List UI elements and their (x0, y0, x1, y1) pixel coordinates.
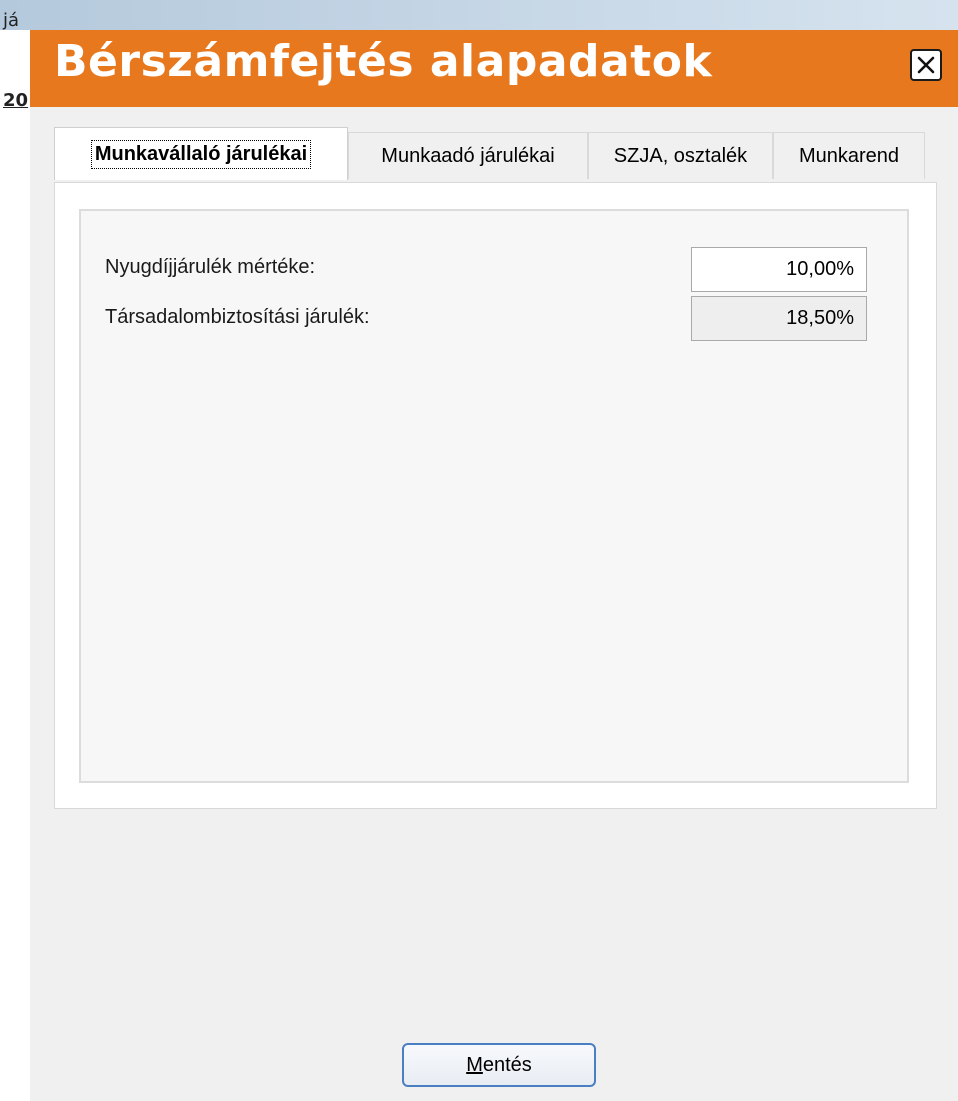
close-icon (917, 56, 935, 74)
tab-label: Munkarend (798, 144, 900, 167)
dialog-titlebar: Bérszámfejtés alapadatok (30, 30, 958, 107)
background-link[interactable]: 20 (3, 90, 28, 111)
tab-label: SZJA, osztalék (613, 144, 748, 167)
pension-contribution-input[interactable] (691, 247, 867, 292)
save-button-mnemonic: M (466, 1053, 483, 1076)
social-security-label: Társadalombiztosítási járulék: (105, 306, 370, 328)
settings-dialog: Bérszámfejtés alapadatok Munkavállaló já… (30, 30, 958, 1101)
close-button[interactable] (910, 49, 942, 81)
tab-employer-contributions[interactable]: Munkaadó járulékai (348, 132, 588, 179)
tab-employee-contributions[interactable]: Munkavállaló járulékai (54, 127, 348, 180)
social-security-value (691, 296, 867, 341)
tab-strip: Munkavállaló járulékai Munkaadó járuléka… (54, 127, 936, 183)
tab-label: Munkaadó járulékai (381, 144, 555, 167)
fields-group: Nyugdíjjárulék mértéke: Társadalombiztos… (79, 209, 909, 783)
background-window-header (0, 0, 958, 30)
background-text: já (3, 10, 20, 31)
tab-work-schedule[interactable]: Munkarend (773, 132, 925, 179)
dialog-title: Bérszámfejtés alapadatok (54, 36, 713, 87)
tab-personal-income-tax[interactable]: SZJA, osztalék (588, 132, 773, 179)
tab-panel: Nyugdíjjárulék mértéke: Társadalombiztos… (54, 182, 937, 809)
save-button[interactable]: Mentés (402, 1043, 596, 1087)
pension-contribution-label: Nyugdíjjárulék mértéke: (105, 256, 316, 278)
save-button-label: entés (482, 1053, 532, 1076)
tab-label: Munkavállaló járulékai (90, 139, 312, 169)
